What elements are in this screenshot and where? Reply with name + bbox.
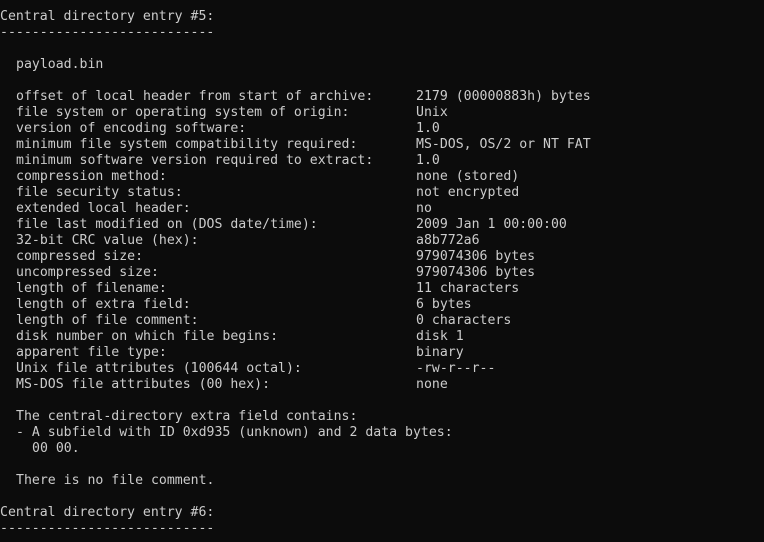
field-row: file security status: not encrypted	[16, 185, 764, 201]
entry-filename: payload.bin	[16, 57, 104, 72]
field-value: 1.0	[416, 121, 440, 136]
field-value: 11 characters	[416, 281, 520, 296]
field-row: uncompressed size: 979074306 bytes	[16, 265, 764, 281]
field-label: file security status:	[16, 185, 183, 200]
field-label: minimum file system compatibility requir…	[16, 137, 358, 152]
field-label: length of file comment:	[16, 313, 199, 328]
field-value: MS-DOS, OS/2 or NT FAT	[416, 137, 591, 152]
field-value: not encrypted	[416, 185, 520, 200]
field-value: Unix	[416, 105, 448, 120]
field-label: MS-DOS file attributes (00 hex):	[16, 377, 271, 392]
field-label: file system or operating system of origi…	[16, 105, 350, 120]
field-value: disk 1	[416, 329, 464, 344]
field-value: 0 characters	[416, 313, 512, 328]
field-row: length of filename: 11 characters	[16, 281, 764, 297]
extra-data-bytes: 00 00.	[32, 441, 80, 456]
terminal-window: Central directory entry #5: ------------…	[0, 0, 764, 542]
extra-field-intro: The central-directory extra field contai…	[16, 409, 358, 424]
field-label: apparent file type:	[16, 345, 167, 360]
field-value: -rw-r--r--	[416, 361, 496, 376]
field-label: offset of local header from start of arc…	[16, 89, 374, 104]
field-label: length of filename:	[16, 281, 167, 296]
field-row: disk number on which file begins: disk 1	[16, 329, 764, 345]
field-label: minimum software version required to ext…	[16, 153, 374, 168]
field-row: compression method: none (stored)	[16, 169, 764, 185]
field-value: 2009 Jan 1 00:00:00	[416, 217, 567, 232]
field-value: 979074306 bytes	[416, 265, 536, 280]
extra-subfield-line: - A subfield with ID 0xd935 (unknown) an…	[16, 425, 453, 440]
field-label: 32-bit CRC value (hex):	[16, 233, 199, 248]
field-value: 979074306 bytes	[416, 249, 536, 264]
field-row: 32-bit CRC value (hex): a8b772a6	[16, 233, 764, 249]
field-label: disk number on which file begins:	[16, 329, 279, 344]
field-row: MS-DOS file attributes (00 hex): none	[16, 377, 764, 393]
field-row: offset of local header from start of arc…	[16, 89, 764, 105]
field-label: compressed size:	[16, 249, 144, 264]
field-value: none	[416, 377, 448, 392]
field-row: compressed size: 979074306 bytes	[16, 249, 764, 265]
field-value: a8b772a6	[416, 233, 480, 248]
field-label: version of encoding software:	[16, 121, 247, 136]
entry-title: Central directory entry #5:	[0, 9, 215, 24]
field-row: version of encoding software: 1.0	[16, 121, 764, 137]
file-comment-note: There is no file comment.	[16, 473, 215, 488]
field-row: length of file comment: 0 characters	[16, 313, 764, 329]
next-entry-title: Central directory entry #6:	[0, 505, 215, 520]
field-row: extended local header: no	[16, 201, 764, 217]
field-row: file system or operating system of origi…	[16, 105, 764, 121]
field-value: binary	[416, 345, 464, 360]
field-value: 2179 (00000883h) bytes	[416, 89, 591, 104]
field-value: 6 bytes	[416, 297, 472, 312]
field-label: length of extra field:	[16, 297, 191, 312]
field-row: apparent file type: binary	[16, 345, 764, 361]
field-label: uncompressed size:	[16, 265, 159, 280]
entry-rule: ---------------------------	[0, 25, 215, 40]
field-row: minimum file system compatibility requir…	[16, 137, 764, 153]
field-label: file last modified on (DOS date/time):	[16, 217, 318, 232]
field-row: length of extra field: 6 bytes	[16, 297, 764, 313]
field-value: 1.0	[416, 153, 440, 168]
field-row: Unix file attributes (100644 octal): -rw-…	[16, 361, 764, 377]
field-label: compression method:	[16, 169, 167, 184]
field-value: no	[416, 201, 432, 216]
field-value: none (stored)	[416, 169, 520, 184]
field-label: Unix file attributes (100644 octal):	[16, 361, 302, 376]
field-row: file last modified on (DOS date/time): 20…	[16, 217, 764, 233]
field-row: minimum software version required to ext…	[16, 153, 764, 169]
field-label: extended local header:	[16, 201, 191, 216]
next-entry-rule: ---------------------------	[0, 521, 215, 536]
